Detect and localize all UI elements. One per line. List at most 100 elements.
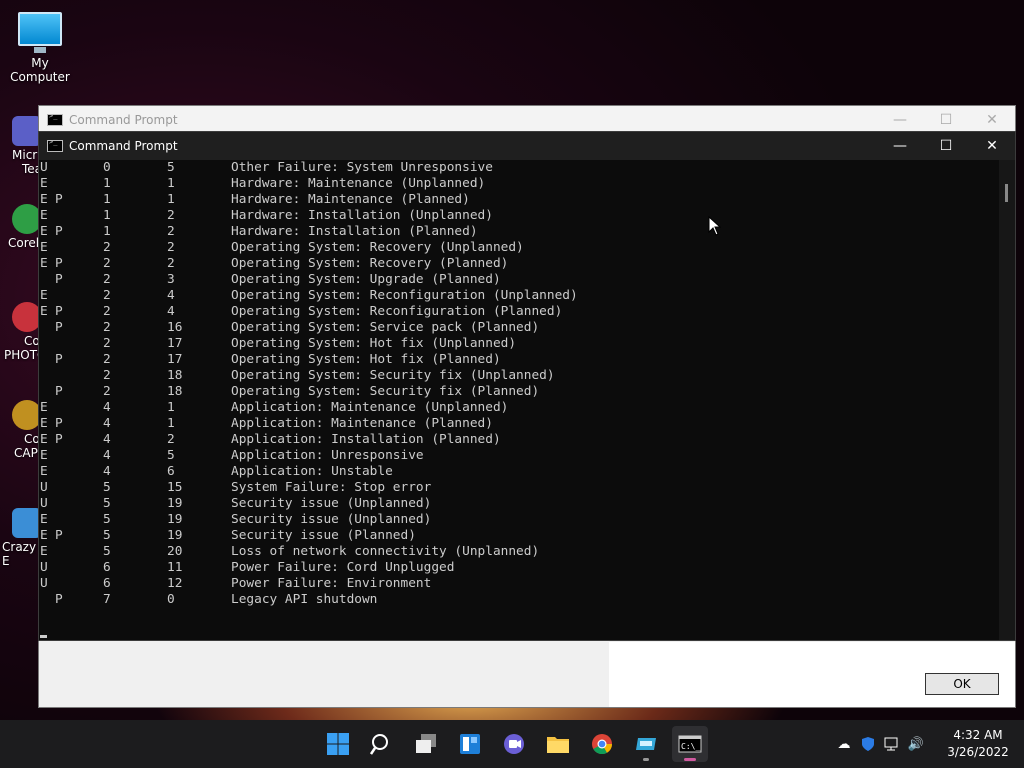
line-minor: 2 — [167, 432, 175, 447]
title-bar[interactable]: Command Prompt — ☐ ✕ — [39, 132, 1015, 160]
teams-shortcut[interactable]: Micr Tea — [0, 116, 38, 176]
line-flag-type: E — [40, 448, 48, 463]
scrollbar-thumb[interactable] — [1005, 184, 1008, 202]
console-line: E 2 2 Operating System: Recovery (Unplanned… — [39, 240, 999, 256]
line-major: 5 — [103, 496, 111, 511]
widgets-button[interactable] — [452, 726, 488, 762]
search-icon — [370, 734, 388, 755]
line-description: Power Failure: Cord Unplugged — [231, 560, 455, 575]
chat-button[interactable] — [496, 726, 532, 762]
line-major: 4 — [103, 448, 111, 463]
scrollbar[interactable] — [999, 160, 1015, 640]
line-flag-type: U — [40, 480, 48, 495]
corel-photo-icon — [12, 302, 38, 332]
line-flag-type: E — [40, 464, 48, 479]
network-icon[interactable] — [880, 732, 904, 756]
line-flag-type: E — [40, 288, 48, 303]
line-major: 2 — [103, 336, 111, 351]
teams-icon — [12, 116, 38, 146]
console-line: E 4 6 Application: Unstable — [39, 464, 999, 480]
line-major: 2 — [103, 304, 111, 319]
console-line: P 2 16 Operating System: Service pack (Plan… — [39, 320, 999, 336]
line-description: Operating System: Reconfiguration (Unpla… — [231, 288, 578, 303]
teams-label-2: Tea — [22, 162, 38, 176]
corel-capture-shortcut[interactable]: Co CAP — [0, 400, 38, 460]
line-flag-planned: P — [55, 432, 63, 447]
close-button[interactable]: ✕ — [969, 106, 1015, 134]
dialog-area: OK — [609, 642, 1015, 707]
task-view-icon — [416, 734, 436, 753]
console-line: E 1 1 Hardware: Maintenance (Unplanned) — [39, 176, 999, 192]
line-major: 2 — [103, 288, 111, 303]
file-explorer-button[interactable] — [540, 726, 576, 762]
cloud-offline-icon[interactable]: ☁ — [832, 732, 856, 756]
crazy-label: Crazy E — [2, 540, 37, 568]
console-line: E P 2 2 Operating System: Recovery (Planned) — [39, 256, 999, 272]
svg-text:C:\_: C:\_ — [681, 742, 700, 751]
line-flag-type: E — [40, 224, 48, 239]
line-flag-type: E — [40, 432, 48, 447]
console-line: U 0 5 Other Failure: System Unresponsive — [39, 160, 999, 176]
app-button[interactable] — [628, 726, 664, 762]
line-description: Operating System: Security fix (Unplanne… — [231, 368, 555, 383]
line-major: 6 — [103, 576, 111, 591]
ok-button[interactable]: OK — [925, 673, 999, 695]
line-minor: 12 — [167, 576, 183, 591]
line-minor: 19 — [167, 528, 183, 543]
line-minor: 18 — [167, 368, 183, 383]
console-line: E 4 5 Application: Unresponsive — [39, 448, 999, 464]
line-major: 2 — [103, 320, 111, 335]
line-major: 2 — [103, 368, 111, 383]
line-major: 6 — [103, 560, 111, 575]
corel-photo-label: Co — [24, 334, 38, 348]
line-flag-type: E — [40, 240, 48, 255]
crazy-shortcut[interactable]: Crazy E — [0, 508, 38, 568]
window-title: Command Prompt — [69, 113, 178, 127]
line-description: Operating System: Upgrade (Planned) — [231, 272, 501, 287]
console-line: E P 2 4 Operating System: Reconfiguration (P… — [39, 304, 999, 320]
task-view-button[interactable] — [408, 726, 444, 762]
corel-label: Corell — [8, 236, 38, 250]
title-bar[interactable]: Command Prompt — ☐ ✕ — [39, 106, 1015, 134]
line-flag-planned: P — [55, 272, 63, 287]
maximize-button[interactable]: ☐ — [923, 106, 969, 134]
security-shield-icon[interactable] — [856, 732, 880, 756]
line-major: 1 — [103, 176, 111, 191]
volume-icon[interactable]: 🔊 — [904, 732, 928, 756]
line-minor: 19 — [167, 496, 183, 511]
minimize-button[interactable]: — — [877, 106, 923, 134]
start-button[interactable] — [320, 726, 356, 762]
line-flag-planned: P — [55, 320, 63, 335]
corel-shortcut[interactable]: Corell — [0, 204, 38, 250]
crazy-icon — [12, 508, 38, 538]
corel-capture-icon — [12, 400, 38, 430]
my-computer-label: My Computer — [10, 56, 70, 84]
line-description: Hardware: Installation (Unplanned) — [231, 208, 493, 223]
chrome-button[interactable] — [584, 726, 620, 762]
corel-capture-label-2: CAP — [14, 446, 38, 460]
console-line: 2 17 Operating System: Hot fix (Unplanned) — [39, 336, 999, 352]
line-minor: 1 — [167, 416, 175, 431]
minimize-button[interactable]: — — [877, 132, 923, 160]
line-minor: 0 — [167, 592, 175, 607]
monitor-icon — [18, 12, 62, 53]
line-flag-type: E — [40, 528, 48, 543]
close-button[interactable]: ✕ — [969, 132, 1015, 160]
console-output[interactable]: U 0 5 Other Failure: System Unresponsive E 1 1… — [39, 160, 999, 640]
my-computer-shortcut[interactable]: My Computer — [0, 8, 80, 84]
folder-icon — [547, 737, 569, 753]
search-button[interactable] — [364, 726, 400, 762]
line-major: 5 — [103, 528, 111, 543]
command-prompt-taskbar-button[interactable]: C:\_ — [672, 726, 708, 762]
line-flag-type: E — [40, 512, 48, 527]
command-prompt-window[interactable]: Command Prompt — ☐ ✕ U 0 5 Other Failure: S… — [38, 131, 1016, 641]
line-major: 4 — [103, 416, 111, 431]
corel-photo-shortcut[interactable]: Co PHOTO — [0, 302, 38, 362]
widgets-icon — [460, 734, 480, 754]
line-flag-type: E — [40, 400, 48, 415]
chrome-icon — [592, 734, 613, 755]
line-minor: 16 — [167, 320, 183, 335]
cmd-icon — [47, 112, 63, 126]
clock[interactable]: 4:32 AM 3/26/2022 — [932, 727, 1024, 761]
maximize-button[interactable]: ☐ — [923, 132, 969, 160]
